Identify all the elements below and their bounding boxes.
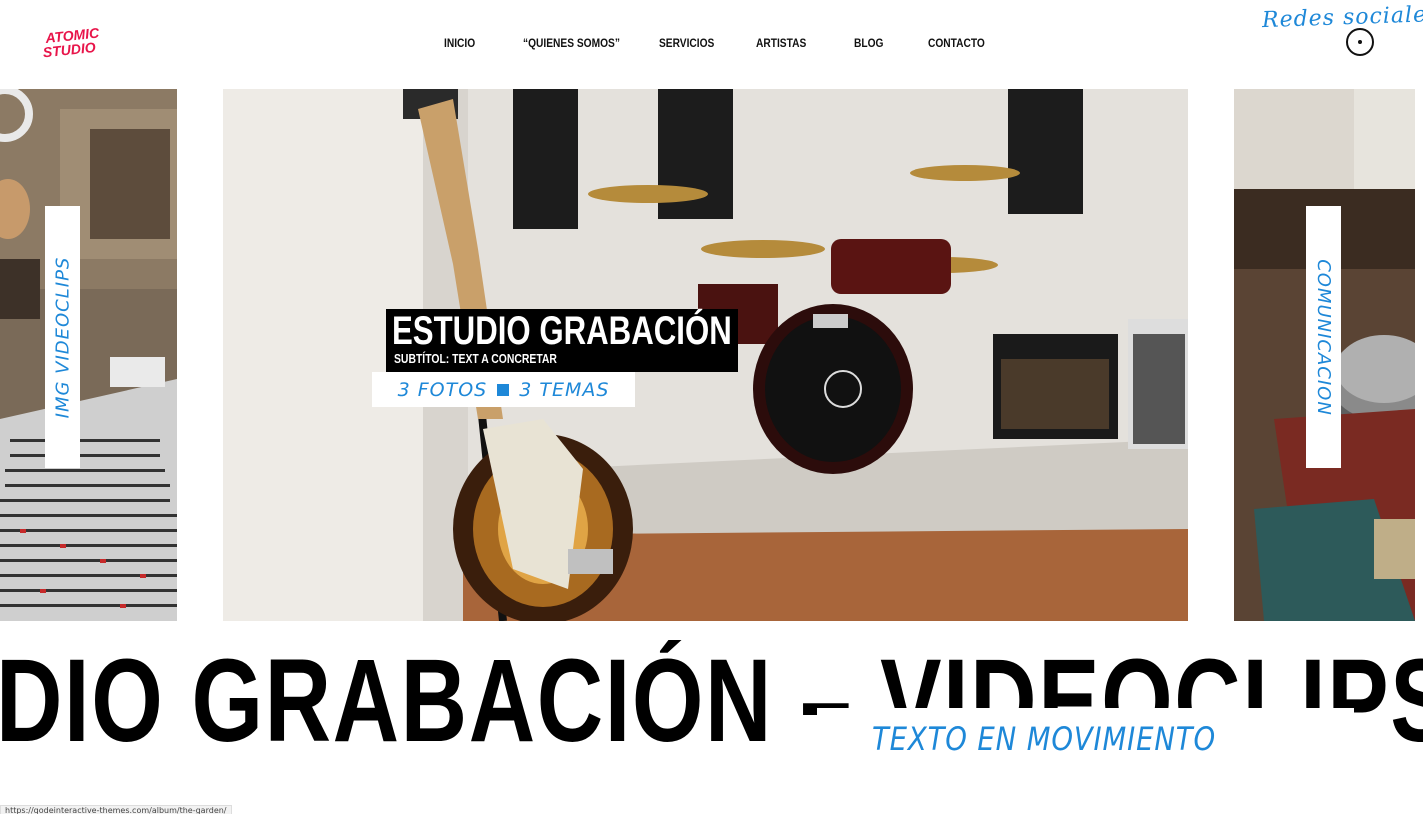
- page-edge: [1415, 89, 1423, 621]
- slide-subtitle: SUBTÍTOL: TEXT A CONCRETAR: [394, 351, 557, 366]
- separator-square-icon: [497, 383, 510, 396]
- slide-meta: 3 FOTOS 3 TEMAS: [372, 372, 635, 407]
- slide-videoclips-image[interactable]: [0, 89, 177, 621]
- nav-quienes-somos[interactable]: “QUIENES SOMOS”: [523, 36, 620, 50]
- mixing-console-photo: [0, 89, 177, 621]
- site-header: ATOMIC STUDIO INICIO “QUIENES SOMOS” SER…: [0, 0, 1423, 88]
- videoclips-tab-label: IMG VIDEOCLIPS: [52, 256, 73, 418]
- nav-artistas[interactable]: ARTISTAS: [756, 36, 806, 50]
- themes-count: 3 TEMAS: [519, 378, 610, 401]
- nav-servicios[interactable]: SERVICIOS: [659, 36, 714, 50]
- slide-title: ESTUDIO GRABACIÓN: [392, 309, 732, 353]
- dot-icon: [1358, 40, 1362, 44]
- nav-inicio[interactable]: INICIO: [444, 36, 475, 50]
- nav-blog[interactable]: BLOG: [854, 36, 883, 50]
- social-toggle-button[interactable]: [1346, 28, 1374, 56]
- nav-contacto[interactable]: CONTACTO: [928, 36, 985, 50]
- moving-text-label: TEXTO EN MOVIMIENTO: [872, 720, 1216, 758]
- moving-text-label-box: TEXTO EN MOVIMIENTO: [817, 708, 1354, 768]
- comunicacion-tab-label: COMUNICACION: [1313, 258, 1335, 416]
- atomic-studio-logo[interactable]: ATOMIC STUDIO: [42, 26, 108, 58]
- videoclips-tab[interactable]: IMG VIDEOCLIPS: [45, 206, 80, 468]
- comunicacion-tab[interactable]: COMUNICACION: [1306, 206, 1341, 468]
- social-label: Redes sociales: [1261, 1, 1423, 34]
- slide-title-box: ESTUDIO GRABACIÓN SUBTÍTOL: TEXT A CONCR…: [386, 309, 738, 372]
- photos-count: 3 FOTOS: [397, 378, 488, 401]
